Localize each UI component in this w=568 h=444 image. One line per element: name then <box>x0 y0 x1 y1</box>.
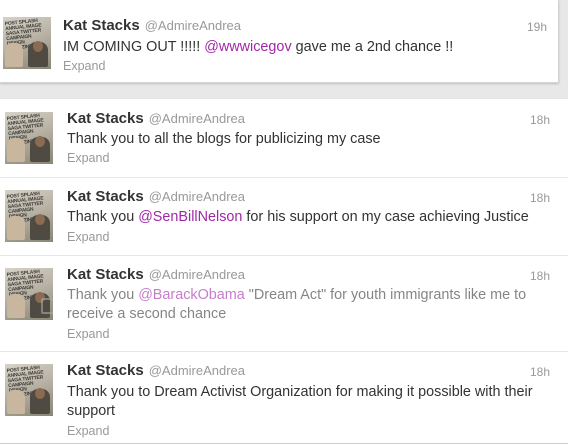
tweet-text: Thank you @BarackObama "Dream Act" for y… <box>67 286 547 324</box>
tweet-timestamp[interactable]: 18h <box>530 191 550 205</box>
tweet-text-before: Thank you <box>67 209 139 225</box>
tweet-text-before: Thank you to all the blogs for publicizi… <box>67 131 381 147</box>
mention-link[interactable]: @SenBillNelson <box>138 209 242 225</box>
tweet-text: Thank you to all the blogs for publicizi… <box>67 130 547 149</box>
tweet-text: Thank you to Dream Activist Organization… <box>67 383 537 421</box>
author-name[interactable]: Kat Stacks <box>67 188 144 205</box>
avatar-person-left <box>7 294 25 318</box>
author-name[interactable]: Kat Stacks <box>67 266 144 283</box>
tweet-item[interactable]: POST SPLASH ANNUAL IMAGE SAGA TWITTER CA… <box>0 0 558 82</box>
tweet-author[interactable]: Kat Stacks @AdmireAndrea <box>67 266 245 284</box>
tweet-item[interactable]: POST SPLASH ANNUAL IMAGE SAGA TWITTER CA… <box>0 177 568 256</box>
tweet-text-after: for his support on my case achieving Jus… <box>242 209 529 225</box>
avatar[interactable]: POST SPLASH ANNUAL IMAGE SAGA TWITTER CA… <box>5 268 53 320</box>
tweet-timestamp[interactable]: 19h <box>527 20 547 34</box>
expand-link[interactable]: Expand <box>67 424 109 438</box>
avatar-person-left <box>7 138 25 162</box>
author-handle[interactable]: @AdmireAndrea <box>149 189 245 204</box>
avatar-face <box>35 214 45 225</box>
tweet-author[interactable]: Kat Stacks @AdmireAndrea <box>63 17 241 35</box>
avatar-person-left <box>7 390 25 414</box>
tweet-item[interactable]: POST SPLASH ANNUAL IMAGE SAGA TWITTER CA… <box>0 99 568 177</box>
tweet-text-before: Thank you <box>67 287 139 303</box>
tweet-timestamp[interactable]: 18h <box>530 365 550 379</box>
mention-link[interactable]: @wwwicegov <box>204 39 291 55</box>
tweet-text-before: IM COMING OUT !!!!! <box>63 39 205 55</box>
mention-link[interactable]: @BarackObama <box>138 287 245 303</box>
avatar[interactable]: POST SPLASH ANNUAL IMAGE SAGA TWITTER CA… <box>3 17 51 69</box>
author-name[interactable]: Kat Stacks <box>67 110 144 127</box>
pin-icon <box>41 298 53 314</box>
expand-link[interactable]: Expand <box>67 151 109 165</box>
tweet-card-list: POST SPLASH ANNUAL IMAGE SAGA TWITTER CA… <box>0 99 568 443</box>
tweet-timestamp[interactable]: 18h <box>530 269 550 283</box>
tweet-text-after: gave me a 2nd chance !! <box>291 39 454 55</box>
tweet-text: Thank you @SenBillNelson for his support… <box>67 208 547 227</box>
tweet-text: IM COMING OUT !!!!! @wwwicegov gave me a… <box>63 38 543 57</box>
expand-link[interactable]: Expand <box>67 327 109 341</box>
avatar-person-left <box>5 43 23 67</box>
expand-link[interactable]: Expand <box>63 59 105 73</box>
tweet-author[interactable]: Kat Stacks @AdmireAndrea <box>67 188 245 206</box>
author-name[interactable]: Kat Stacks <box>67 362 144 379</box>
tweet-author[interactable]: Kat Stacks @AdmireAndrea <box>67 362 245 380</box>
tweet-card-top: POST SPLASH ANNUAL IMAGE SAGA TWITTER CA… <box>0 0 559 83</box>
expand-link[interactable]: Expand <box>67 230 109 244</box>
tweet-author[interactable]: Kat Stacks @AdmireAndrea <box>67 110 245 128</box>
author-handle[interactable]: @AdmireAndrea <box>145 18 241 33</box>
author-name[interactable]: Kat Stacks <box>63 17 140 34</box>
avatar[interactable]: POST SPLASH ANNUAL IMAGE SAGA TWITTER CA… <box>5 112 53 164</box>
tweet-item[interactable]: POST SPLASH ANNUAL IMAGE SAGA TWITTER CA… <box>0 255 568 352</box>
avatar-face <box>33 41 43 52</box>
tweet-item[interactable]: POST SPLASH ANNUAL IMAGE SAGA TWITTER CA… <box>0 351 568 444</box>
author-handle[interactable]: @AdmireAndrea <box>149 267 245 282</box>
avatar-person-left <box>7 216 25 240</box>
avatar-face <box>35 136 45 147</box>
author-handle[interactable]: @AdmireAndrea <box>149 363 245 378</box>
tweet-text-before: Thank you to Dream Activist Organization… <box>67 384 533 419</box>
avatar-face <box>35 388 45 399</box>
tweet-timestamp[interactable]: 18h <box>530 113 550 127</box>
avatar[interactable]: POST SPLASH ANNUAL IMAGE SAGA TWITTER CA… <box>5 364 53 416</box>
avatar[interactable]: POST SPLASH ANNUAL IMAGE SAGA TWITTER CA… <box>5 190 53 242</box>
author-handle[interactable]: @AdmireAndrea <box>149 111 245 126</box>
